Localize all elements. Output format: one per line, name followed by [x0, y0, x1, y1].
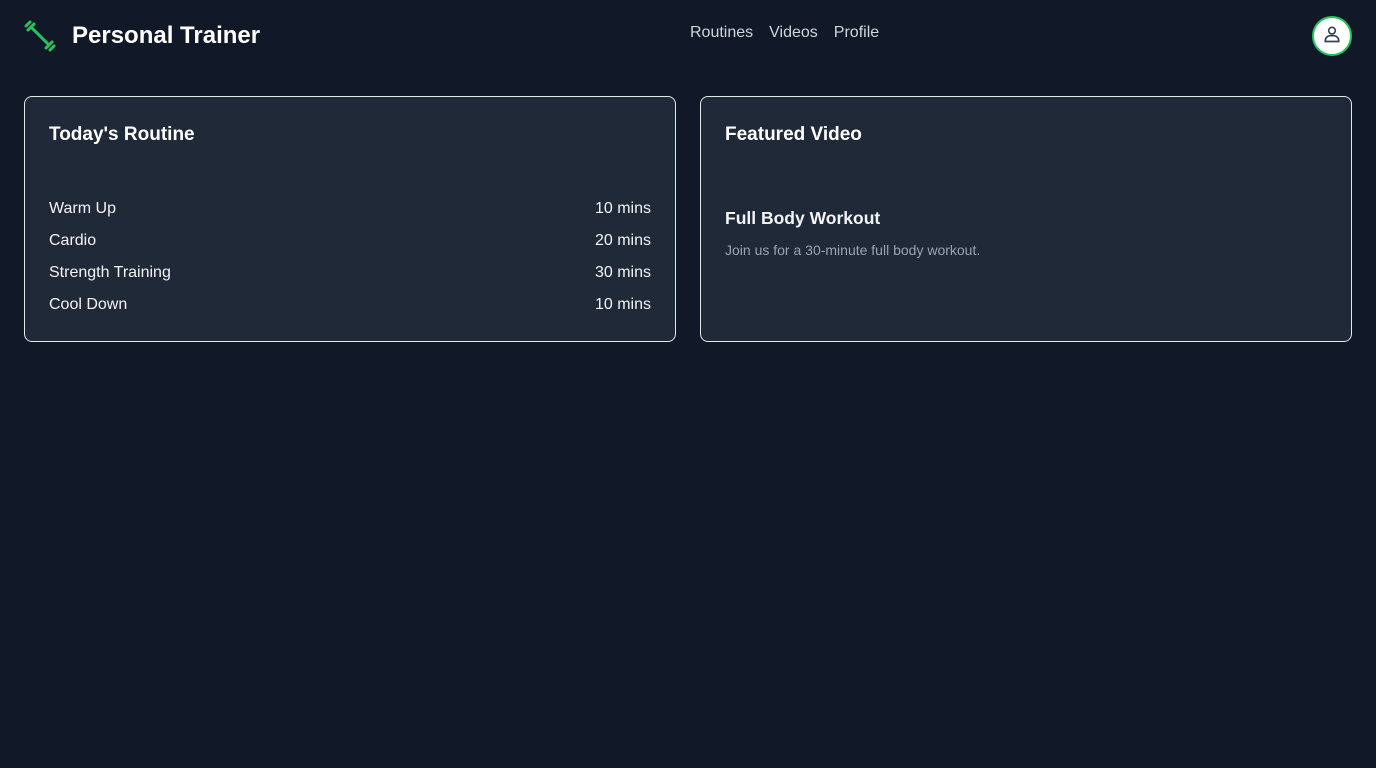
- routine-item: Strength Training 30 mins: [49, 261, 651, 293]
- video-description: Join us for a 30-minute full body workou…: [725, 242, 981, 258]
- routine-item-name: Warm Up: [49, 200, 116, 217]
- routine-item: Warm Up 10 mins: [49, 197, 651, 229]
- routine-list: Warm Up 10 mins Cardio 20 mins Strength …: [49, 197, 651, 325]
- routine-item-name: Cool Down: [49, 296, 128, 313]
- featured-card-title: Featured Video: [725, 124, 862, 145]
- routine-item-name: Cardio: [49, 232, 97, 249]
- top-header: Personal Trainer Routines Videos Profile: [0, 0, 1376, 72]
- nav-link-profile[interactable]: Profile: [834, 24, 879, 42]
- routine-item: Cardio 20 mins: [49, 229, 651, 261]
- routine-item: Cool Down 10 mins: [49, 293, 651, 325]
- routine-item-duration: 20 mins: [594, 232, 651, 249]
- user-icon: [1322, 24, 1342, 49]
- main-nav: Routines Videos Profile: [690, 24, 879, 42]
- avatar-button[interactable]: [1312, 16, 1352, 56]
- routine-item-duration: 30 mins: [594, 264, 651, 281]
- nav-link-routines[interactable]: Routines: [690, 24, 753, 42]
- routine-card-title: Today's Routine: [49, 124, 195, 145]
- featured-video-card: Featured Video Full Body Workout Join us…: [700, 96, 1352, 342]
- todays-routine-card: Today's Routine Warm Up 10 mins Cardio 2…: [24, 96, 676, 342]
- app-title: Personal Trainer: [72, 22, 261, 49]
- dumbbell-icon: [24, 20, 56, 52]
- routine-item-duration: 10 mins: [594, 296, 651, 313]
- brand[interactable]: Personal Trainer: [24, 20, 260, 52]
- routine-item-name: Strength Training: [49, 264, 171, 281]
- video-title[interactable]: Full Body Workout: [725, 208, 880, 229]
- routine-item-duration: 10 mins: [594, 200, 651, 217]
- nav-link-videos[interactable]: Videos: [769, 24, 818, 42]
